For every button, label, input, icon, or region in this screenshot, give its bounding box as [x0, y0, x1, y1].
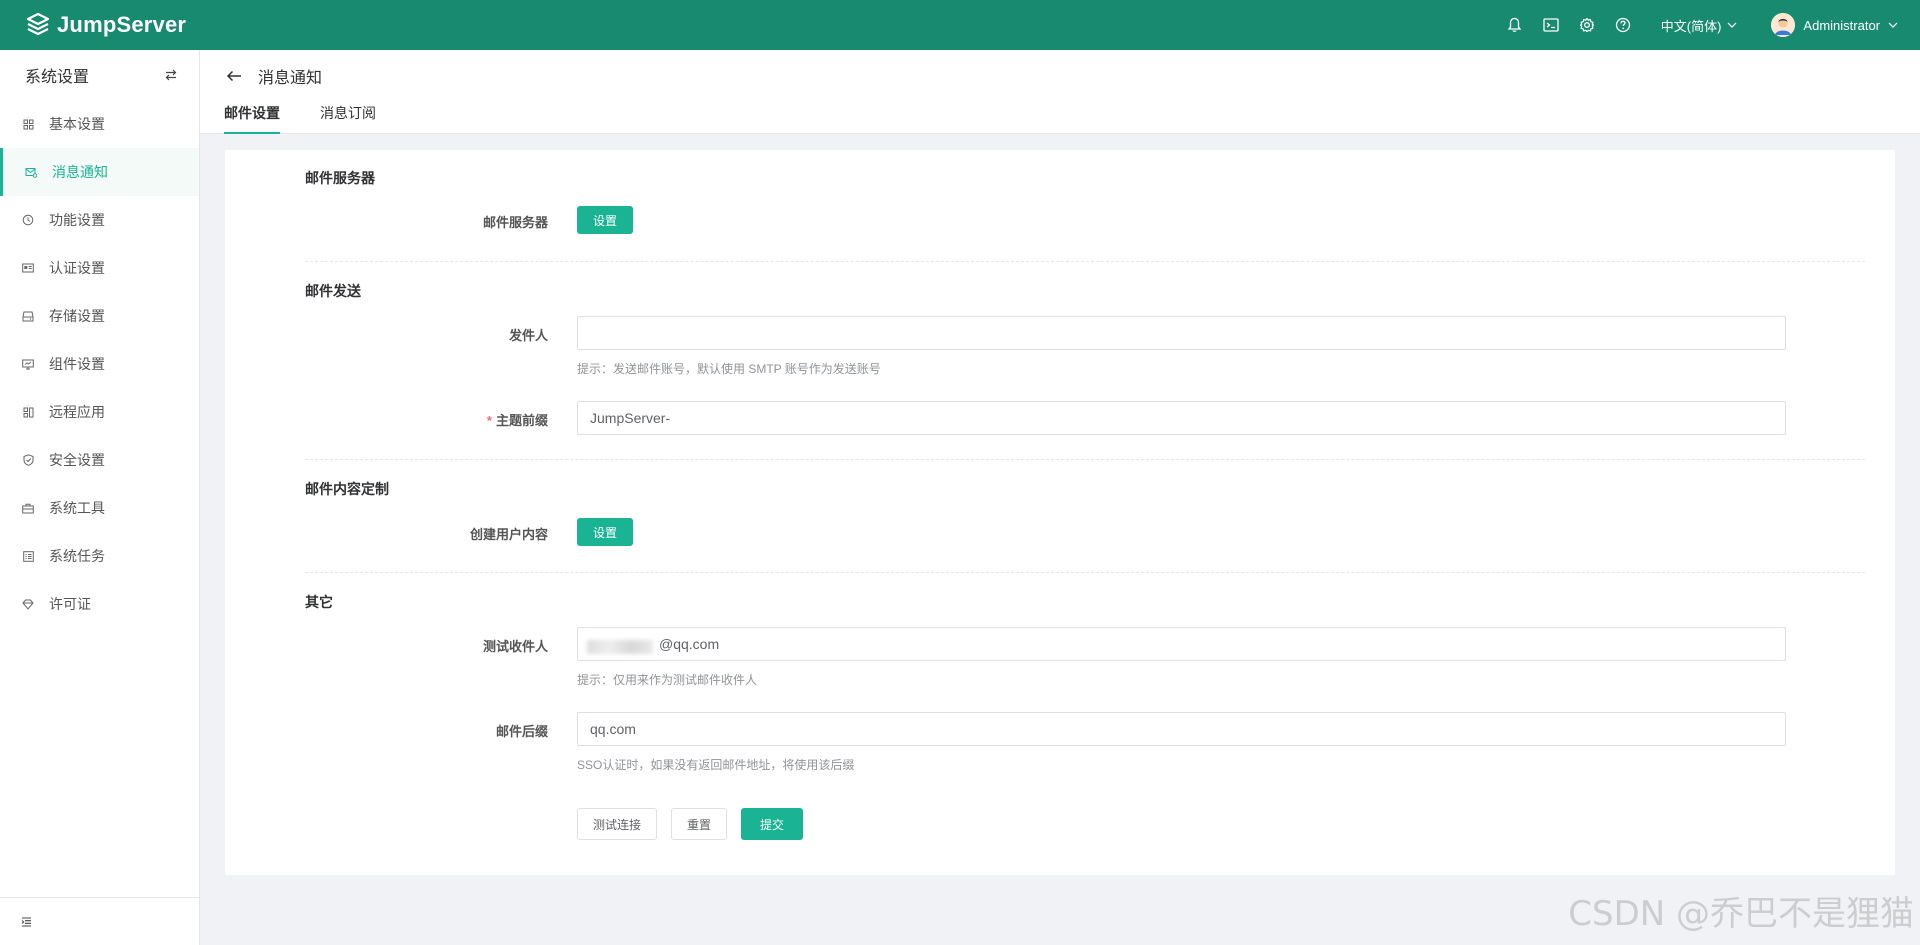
- sidebar: 系统设置 基本设置 消息通知 功能设置 认证设置 存储设置 组件设置 远程应用 …: [0, 50, 200, 945]
- sidebar-item-notifications[interactable]: 消息通知: [0, 148, 199, 196]
- sender-hint: 提示：发送邮件账号，默认使用 SMTP 账号作为发送账号: [577, 362, 881, 376]
- mail-settings-form: 邮件服务器 邮件服务器 设置 邮件发送 发件人 提示：发送邮件账号，默认使用 S…: [225, 150, 1895, 875]
- sidebar-item-label: 功能设置: [49, 212, 105, 228]
- section-divider: [305, 261, 1865, 262]
- top-bar: JumpServer 中文(简体) Administrator: [0, 0, 1920, 50]
- section-divider: [305, 572, 1865, 573]
- help-icon[interactable]: [1614, 16, 1632, 34]
- mail-suffix-input[interactable]: [577, 712, 1786, 746]
- sidebar-item-features[interactable]: 功能设置: [0, 196, 199, 244]
- toolbox-icon: [21, 501, 35, 515]
- id-card-icon: [21, 261, 35, 275]
- grid-icon: [21, 117, 35, 131]
- submit-button[interactable]: 提交: [741, 808, 804, 840]
- monitor-icon: [21, 357, 35, 371]
- sidebar-item-security[interactable]: 安全设置: [0, 436, 199, 484]
- shield-icon: [21, 453, 35, 467]
- subject-prefix-input[interactable]: [577, 401, 1786, 435]
- logo[interactable]: JumpServer: [25, 12, 186, 38]
- mail-server-settings-button[interactable]: 设置: [577, 206, 634, 234]
- bell-icon[interactable]: [1506, 16, 1524, 34]
- storage-icon: [21, 309, 35, 323]
- tabs: 邮件设置 消息订阅: [224, 102, 416, 134]
- section-title-sending: 邮件发送: [305, 283, 361, 299]
- language-label: 中文(简体): [1660, 18, 1722, 34]
- create-user-content-label: 创建用户内容: [469, 527, 548, 542]
- user-menu[interactable]: Administrator: [1771, 13, 1898, 37]
- page-header: 消息通知 邮件设置 消息订阅: [200, 50, 1920, 134]
- sidebar-item-label: 安全设置: [49, 452, 105, 468]
- sidebar-header: 系统设置: [0, 50, 199, 100]
- chevron-down-icon: [1727, 22, 1737, 28]
- tab-message-subscription[interactable]: 消息订阅: [320, 102, 376, 134]
- mail-server-label: 邮件服务器: [482, 215, 548, 230]
- sidebar-item-label: 存储设置: [49, 308, 105, 324]
- sidebar-item-label: 消息通知: [52, 164, 108, 180]
- redacted-email-mask: [587, 640, 653, 654]
- apps-icon: [21, 405, 35, 419]
- page-title-bar: 消息通知: [226, 64, 322, 88]
- section-title-content: 邮件内容定制: [305, 481, 389, 497]
- sender-input[interactable]: [577, 316, 1786, 350]
- sender-label: 发件人: [508, 328, 548, 343]
- sidebar-item-tools[interactable]: 系统工具: [0, 484, 199, 532]
- sidebar-item-label: 远程应用: [49, 404, 105, 420]
- sidebar-item-storage[interactable]: 存储设置: [0, 292, 199, 340]
- sidebar-item-license[interactable]: 许可证: [0, 580, 199, 628]
- mail-suffix-hint: SSO认证时，如果没有返回邮件地址，将使用该后缀: [577, 758, 855, 772]
- test-recipient-input[interactable]: [577, 627, 1786, 661]
- page-title: 消息通知: [258, 70, 323, 87]
- section-title-other: 其它: [305, 594, 333, 610]
- sidebar-item-label: 许可证: [49, 596, 91, 612]
- sidebar-item-label: 系统任务: [49, 548, 105, 564]
- test-recipient-hint: 提示：仅用来作为测试邮件收件人: [577, 673, 758, 687]
- reset-button[interactable]: 重置: [671, 808, 728, 840]
- section-title-server: 邮件服务器: [305, 170, 375, 186]
- sidebar-item-label: 组件设置: [49, 356, 105, 372]
- sidebar-item-components[interactable]: 组件设置: [0, 340, 199, 388]
- sidebar-item-auth[interactable]: 认证设置: [0, 244, 199, 292]
- gear-icon[interactable]: [1578, 16, 1596, 34]
- swap-icon[interactable]: [165, 69, 177, 81]
- mail-suffix-label: 邮件后缀: [495, 724, 548, 739]
- test-connection-button[interactable]: 测试连接: [577, 808, 658, 840]
- sidebar-item-tasks[interactable]: 系统任务: [0, 532, 199, 580]
- language-selector[interactable]: 中文(简体): [1661, 16, 1738, 35]
- jumpserver-logo-icon: [26, 12, 50, 36]
- terminal-icon[interactable]: [1542, 16, 1560, 34]
- test-recipient-label: 测试收件人: [482, 639, 548, 654]
- menu-collapse-icon: [21, 916, 31, 927]
- required-mark: *: [486, 413, 492, 428]
- sidebar-item-label: 系统工具: [49, 500, 105, 516]
- tab-mail-settings[interactable]: 邮件设置: [224, 102, 280, 134]
- subject-prefix-label-text: 主题前缀: [495, 413, 548, 428]
- license-icon: [21, 597, 35, 611]
- watermark: CSDN @乔巴不是狸猫: [1568, 894, 1914, 934]
- feature-icon: [21, 213, 35, 227]
- sidebar-item-label: 认证设置: [49, 260, 105, 276]
- subject-prefix-label: * 主题前缀: [348, 410, 548, 429]
- avatar: [1771, 13, 1796, 37]
- section-divider: [305, 459, 1865, 460]
- create-user-content-settings-button[interactable]: 设置: [577, 518, 634, 546]
- back-arrow-icon[interactable]: [226, 70, 242, 82]
- sidebar-title: 系统设置: [25, 69, 90, 86]
- logo-text: JumpServer: [57, 12, 187, 37]
- sidebar-item-basic[interactable]: 基本设置: [0, 100, 199, 148]
- chevron-down-icon: [1888, 22, 1898, 28]
- task-icon: [21, 549, 35, 563]
- message-icon: [24, 165, 38, 179]
- sidebar-item-label: 基本设置: [49, 116, 105, 132]
- sidebar-collapse-toggle[interactable]: [0, 897, 199, 945]
- sidebar-item-remote-apps[interactable]: 远程应用: [0, 388, 199, 436]
- username: Administrator: [1803, 17, 1880, 33]
- header-actions: 中文(简体) Administrator: [1497, 13, 1898, 37]
